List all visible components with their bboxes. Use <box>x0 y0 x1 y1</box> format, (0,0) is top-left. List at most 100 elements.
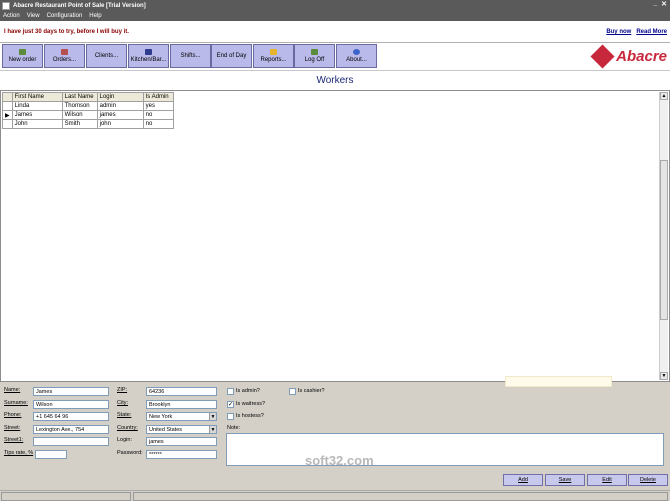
close-icon[interactable]: ✕ <box>661 0 667 8</box>
end-of-day-button[interactable]: End of Day <box>211 44 252 68</box>
table-row[interactable]: John Smith john no <box>2 119 174 129</box>
edit-button[interactable]: Edit <box>587 474 627 486</box>
name-field[interactable]: James <box>33 387 109 396</box>
shifts-label: Shifts... <box>180 53 201 59</box>
orders-button[interactable]: Orders... <box>44 44 85 68</box>
state-select[interactable]: New York ▼ <box>146 412 217 421</box>
menu-action[interactable]: Action <box>3 13 20 19</box>
read-more-link[interactable]: Read More <box>636 29 667 35</box>
menu-configuration[interactable]: Configuration <box>47 13 83 19</box>
cell-last-name[interactable]: Wilson <box>61 110 98 120</box>
logo-mark-icon <box>590 44 615 69</box>
about-button[interactable]: About... <box>336 44 377 68</box>
table-row[interactable]: ▶ James Wilson james no <box>2 110 174 120</box>
country-label: Country: <box>117 425 138 431</box>
log-off-button[interactable]: Log Off <box>294 44 335 68</box>
abacre-logo: Abacre <box>590 44 667 69</box>
logoff-icon <box>311 49 318 55</box>
current-row-arrow-icon: ▶ <box>5 112 10 119</box>
is-waitress-label: Is waitress? <box>236 401 266 407</box>
orders-icon <box>61 49 68 55</box>
login-field[interactable]: james <box>146 437 217 446</box>
row-indicator-header <box>2 92 13 102</box>
window-titlebar: Abacre Restaurant Point of Sale [Trial V… <box>0 0 670 11</box>
note-label: Note: <box>227 425 241 431</box>
is-cashier-checkbox[interactable] <box>289 388 296 395</box>
workers-table: First Name Last Name Login Is Admin Lind… <box>2 92 174 129</box>
about-icon <box>353 49 360 55</box>
chevron-down-icon[interactable]: ▼ <box>209 426 216 433</box>
cell-first-name[interactable]: John <box>11 119 63 129</box>
trial-message: I have just 30 days to try, before I wil… <box>4 29 129 35</box>
shifts-button[interactable]: Shifts... <box>170 44 211 68</box>
delete-button[interactable]: Delete <box>628 474 668 486</box>
cell-first-name[interactable]: Linda <box>11 101 63 111</box>
name-label: Name: <box>4 387 21 393</box>
column-header-login[interactable]: Login <box>96 92 144 102</box>
city-field[interactable]: Brooklyn <box>146 400 217 409</box>
tips-rate-field[interactable] <box>35 450 67 459</box>
city-label: City: <box>117 400 128 406</box>
cell-is-admin[interactable]: yes <box>142 101 174 111</box>
edit-button-label: Edit <box>602 477 612 483</box>
menu-help[interactable]: Help <box>89 13 101 19</box>
phone-field[interactable]: +1 645 64 96 <box>33 412 109 421</box>
reports-button[interactable]: Reports... <box>253 44 294 68</box>
scroll-up-icon[interactable]: ▲ <box>660 92 668 100</box>
is-hostess-checkbox[interactable] <box>227 413 234 420</box>
cell-login[interactable]: john <box>96 119 144 129</box>
menu-view[interactable]: View <box>27 13 40 19</box>
note-textarea[interactable] <box>226 433 664 466</box>
column-header-last-name[interactable]: Last Name <box>61 92 98 102</box>
surname-field[interactable]: Wilson <box>33 400 109 409</box>
save-button-label: Save <box>558 477 572 483</box>
chevron-down-icon[interactable]: ▼ <box>209 413 216 420</box>
street-field[interactable]: Lexington Ave., 754 <box>33 425 109 434</box>
column-header-first-name[interactable]: First Name <box>11 92 63 102</box>
checkmark-icon: ✓ <box>228 402 234 408</box>
street1-field[interactable] <box>33 437 109 446</box>
country-value: United States <box>149 427 183 433</box>
add-button-label: Add <box>518 477 528 483</box>
row-indicator <box>2 101 13 111</box>
delete-button-label: Delete <box>640 477 656 483</box>
table-row[interactable]: Linda Thomson admin yes <box>2 101 174 111</box>
logo-text: Abacre <box>616 48 667 65</box>
is-admin-checkbox[interactable] <box>227 388 234 395</box>
reports-label: Reports... <box>260 57 287 63</box>
cell-first-name[interactable]: James <box>11 110 63 120</box>
kitchen-icon <box>145 49 152 55</box>
end-of-day-label: End of Day <box>216 53 247 59</box>
scroll-thumb[interactable] <box>660 160 668 320</box>
cell-last-name[interactable]: Smith <box>61 119 98 129</box>
tips-rate-label: Tips rate, % <box>4 450 34 456</box>
password-field[interactable]: ****** <box>146 450 217 459</box>
cell-is-admin[interactable]: no <box>142 119 174 129</box>
grid-vertical-scrollbar[interactable]: ▲ ▼ <box>659 92 668 380</box>
new-order-button[interactable]: New order <box>2 44 43 68</box>
cell-is-admin[interactable]: no <box>142 110 174 120</box>
country-select[interactable]: United States ▼ <box>146 425 217 434</box>
save-button[interactable]: Save <box>545 474 585 486</box>
cell-login[interactable]: admin <box>96 101 144 111</box>
scroll-down-icon[interactable]: ▼ <box>660 372 668 380</box>
buy-now-link[interactable]: Buy now <box>606 29 631 35</box>
is-admin-label: Is admin? <box>236 388 260 394</box>
surname-label: Surname: <box>4 400 28 406</box>
about-label: About... <box>346 57 367 63</box>
is-cashier-label: Is cashier? <box>298 388 325 394</box>
clients-button[interactable]: Clients... <box>86 44 127 68</box>
add-button[interactable]: Add <box>503 474 543 486</box>
clients-label: Clients... <box>94 53 119 59</box>
kitchen-bar-label: Kitchen/Bar... <box>130 57 167 63</box>
reports-icon <box>270 49 277 55</box>
cell-last-name[interactable]: Thomson <box>61 101 98 111</box>
zip-field[interactable]: 64236 <box>146 387 217 396</box>
kitchen-bar-button[interactable]: Kitchen/Bar... <box>128 44 169 68</box>
column-header-is-admin[interactable]: Is Admin <box>142 92 174 102</box>
is-waitress-checkbox[interactable]: ✓ <box>227 401 234 408</box>
minimize-icon[interactable]: _ <box>653 0 657 8</box>
street1-label: Street1: <box>4 437 24 443</box>
zip-label: ZIP: <box>117 387 128 393</box>
cell-login[interactable]: james <box>96 110 144 120</box>
